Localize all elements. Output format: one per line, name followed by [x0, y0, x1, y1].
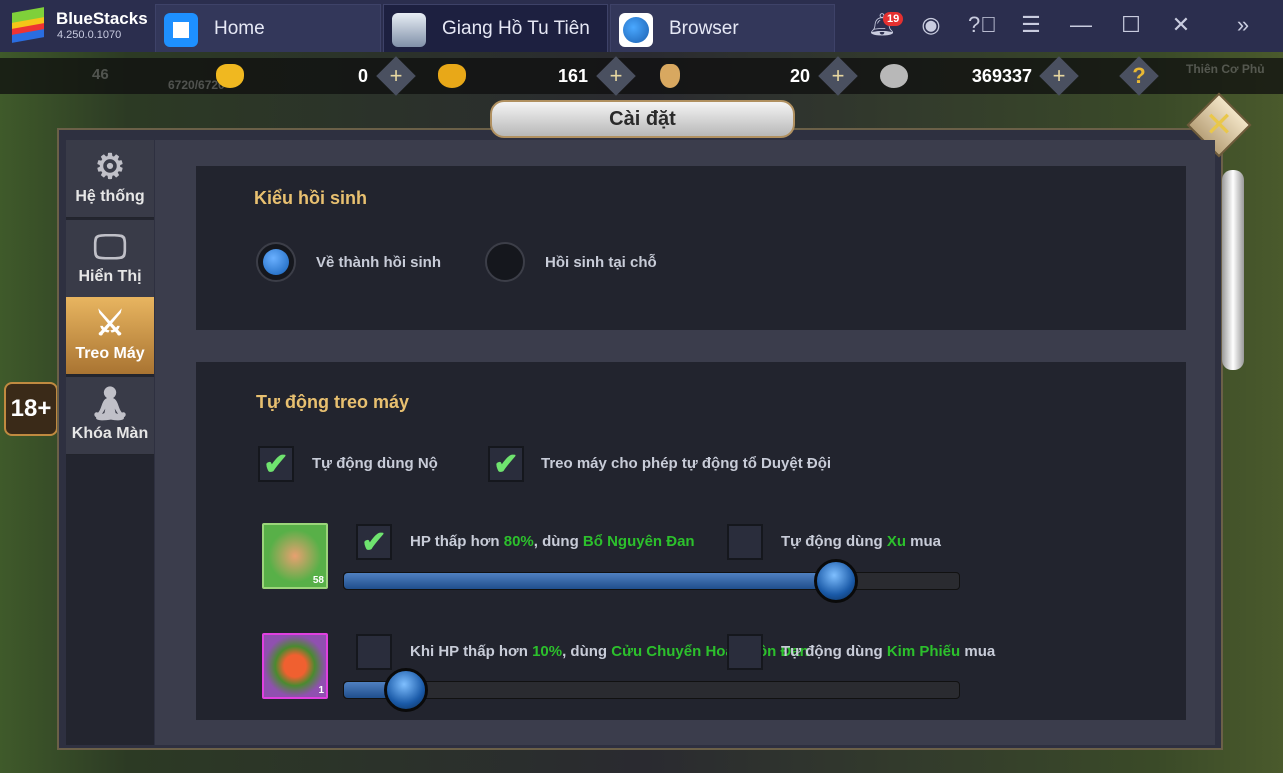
- radio-revive-town[interactable]: [256, 242, 296, 282]
- auto-section: Tự động treo máy ✔ Tự động dùng Nộ ✔ Tre…: [196, 362, 1186, 720]
- tab-label: Giang Hồ Tu Tiên: [442, 18, 590, 39]
- checkbox-buy-kim-phieu[interactable]: [727, 634, 763, 670]
- slider-thumb[interactable]: [814, 559, 858, 603]
- resource-value: 20: [789, 66, 810, 86]
- help-icon[interactable]: ?⃝: [968, 12, 997, 38]
- sidebar-item-system[interactable]: ⚙ Hệ thống: [66, 140, 154, 218]
- tab-home[interactable]: Home: [155, 4, 381, 52]
- settings-content: Kiểu hồi sinh Về thành hồi sinh Hồi sinh…: [155, 140, 1215, 745]
- maximize-icon[interactable]: ☐: [1118, 12, 1144, 38]
- sidebar-item-label: Hệ thống: [75, 188, 145, 205]
- bluestacks-logo-icon: [10, 7, 46, 43]
- sidebar-item-label: Khóa Màn: [71, 425, 149, 442]
- menu-icon[interactable]: ☰: [1018, 12, 1044, 38]
- dialog-title: Cài đặt: [490, 100, 795, 138]
- crossed-swords-icon: ⚔: [94, 305, 126, 343]
- hp-threshold-slider-2[interactable]: [343, 668, 960, 712]
- add-resource-button[interactable]: +: [1039, 56, 1079, 96]
- minimize-icon[interactable]: —: [1068, 12, 1094, 38]
- settings-sidebar: ⚙ Hệ thống 🖵︎ Hiển Thị ⚔ Treo Máy 🧘︎ Khóa Mà…: [66, 140, 154, 745]
- hp-threshold-slider-1[interactable]: [343, 559, 960, 603]
- scrollbar[interactable]: [1222, 170, 1244, 370]
- meditation-icon: 🧘︎: [88, 385, 132, 423]
- scroll-icon: [660, 64, 680, 88]
- tab-label: Home: [214, 18, 265, 39]
- radio-label: Hồi sinh tại chỗ: [545, 254, 657, 271]
- silver-coin-icon: [880, 64, 908, 88]
- revive-section: Kiểu hồi sinh Về thành hồi sinh Hồi sinh…: [196, 166, 1186, 330]
- tab-browser[interactable]: Browser: [610, 4, 835, 52]
- tab-label: Browser: [669, 18, 739, 39]
- tab-game[interactable]: Giang Hồ Tu Tiên: [383, 4, 608, 52]
- section-title: Tự động treo máy: [256, 392, 410, 412]
- player-level: 46: [92, 66, 109, 83]
- buy-xu-label: Tự động dùng Xu mua: [781, 533, 942, 550]
- close-icon[interactable]: ✕: [1168, 12, 1194, 38]
- home-icon: [164, 13, 198, 47]
- title-bar: BlueStacks 4.250.0.1070 Home Giang Hồ Tu…: [0, 0, 1283, 52]
- radio-label: Về thành hồi sinh: [316, 254, 442, 271]
- checkbox-potion-2[interactable]: [356, 634, 392, 670]
- app-name: BlueStacks: [56, 9, 148, 28]
- radio-revive-here[interactable]: [485, 242, 525, 282]
- item-count: 1: [318, 685, 324, 696]
- help-button[interactable]: ?: [1119, 56, 1159, 96]
- slider-thumb[interactable]: [383, 668, 428, 712]
- item-count: 58: [312, 575, 324, 586]
- gold-ingot-icon: [216, 64, 244, 88]
- age-rating-badge: 18+: [4, 382, 58, 436]
- globe-icon: [619, 13, 653, 47]
- sidebar-item-auto[interactable]: ⚔ Treo Máy: [66, 297, 154, 375]
- potion-item-icon: 58: [262, 523, 328, 589]
- buy-kim-phieu-label: Tự động dùng Kim Phiếu mua: [781, 643, 996, 660]
- sidebar-item-lock-screen[interactable]: 🧘︎ Khóa Màn: [66, 377, 154, 455]
- add-resource-button[interactable]: +: [818, 56, 858, 96]
- checkbox-label: Treo máy cho phép tự động tổ Duyệt Đội: [541, 455, 832, 472]
- checkbox-auto-team[interactable]: ✔: [488, 446, 524, 482]
- checkbox-buy-xu[interactable]: [727, 524, 763, 560]
- add-resource-button[interactable]: +: [596, 56, 636, 96]
- sidebar-item-label: Treo Máy: [75, 345, 145, 362]
- checkbox-auto-rage[interactable]: ✔: [258, 446, 294, 482]
- notification-badge: 19: [883, 12, 904, 26]
- game-area: 46 6720/6720 0 + 161 + 20 + 369337 + ? T…: [0, 52, 1283, 773]
- account-icon[interactable]: ◉: [918, 12, 944, 38]
- game-icon: [392, 13, 426, 47]
- resource-value: 0: [357, 66, 368, 86]
- resource-value: 161: [557, 66, 588, 86]
- checkbox-label: Tự động dùng Nộ: [312, 455, 438, 472]
- gear-icon: ⚙: [94, 148, 126, 186]
- potion-1-label: HP thấp hơn 80%, dùng Bổ Nguyên Đan: [410, 533, 695, 550]
- bound-gold-icon: [438, 64, 466, 88]
- checkbox-potion-1[interactable]: ✔: [356, 524, 392, 560]
- sidebar-item-display[interactable]: 🖵︎ Hiển Thị: [66, 220, 154, 298]
- potion-item-icon: 1: [262, 633, 328, 699]
- resource-value: 369337: [971, 66, 1032, 86]
- resource-bar: 46 6720/6720 0 + 161 + 20 + 369337 + ? T…: [0, 56, 1283, 96]
- section-title: Kiểu hồi sinh: [254, 188, 368, 208]
- location-name: Thiên Cơ Phủ: [1186, 62, 1265, 76]
- expand-sidebar-icon[interactable]: »: [1230, 12, 1256, 38]
- sidebar-item-label: Hiển Thị: [78, 268, 142, 285]
- add-resource-button[interactable]: +: [376, 56, 416, 96]
- app-version: 4.250.0.1070: [57, 29, 122, 41]
- monitor-icon: 🖵︎: [93, 228, 127, 266]
